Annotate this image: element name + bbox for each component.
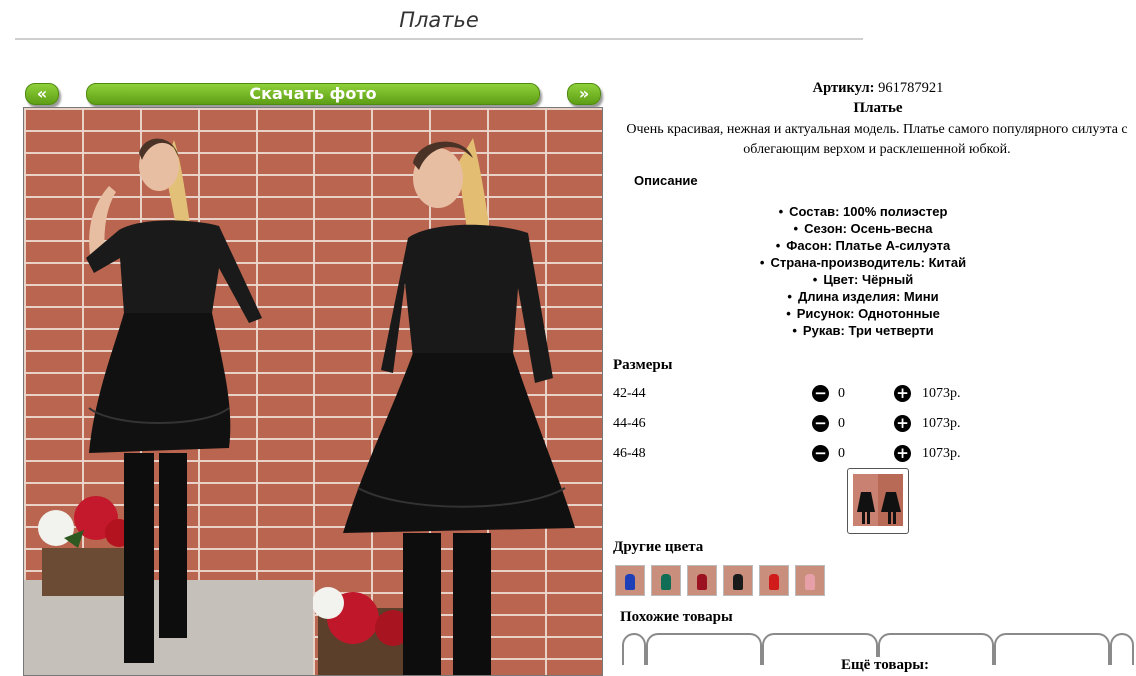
next-photo-button[interactable]: » (567, 83, 601, 105)
more-products-label: Ещё товары: (780, 657, 990, 674)
similar-product-card[interactable] (1110, 633, 1134, 665)
attribute-item: Состав: 100% полиэстер (613, 203, 1113, 220)
size-row: 44-46 − 0 + 1073р. (613, 413, 1013, 435)
size-row: 46-48 − 0 + 1073р. (613, 443, 1013, 465)
minus-circle-icon[interactable]: − (812, 415, 829, 432)
color-swatch[interactable] (687, 565, 717, 596)
size-label: 42-44 (613, 386, 646, 401)
other-colors-heading: Другие цвета (613, 539, 704, 555)
color-swatch[interactable] (759, 565, 789, 596)
similar-product-card[interactable] (994, 633, 1110, 665)
attribute-item: Рисунок: Однотонные (613, 305, 1113, 322)
price-value: 1073р. (922, 416, 961, 431)
attribute-item: Сезон: Осень-весна (613, 220, 1113, 237)
color-swatch[interactable] (615, 565, 645, 596)
attribute-item: Длина изделия: Мини (613, 288, 1113, 305)
quantity-value: 0 (838, 446, 845, 461)
color-swatch[interactable] (723, 565, 753, 596)
product-name: Платье (853, 100, 903, 116)
plus-circle-icon[interactable]: + (894, 445, 911, 462)
product-description: Очень красивая, нежная и актуальная моде… (626, 122, 1128, 157)
article-label: Артикул: (812, 80, 875, 96)
size-label: 44-46 (613, 416, 646, 431)
article-line: Артикул: 961787921 (613, 80, 1136, 97)
download-photo-button[interactable]: Скачать фото (86, 83, 540, 105)
price-value: 1073р. (922, 446, 961, 461)
similar-products-heading: Похожие товары (620, 609, 733, 625)
minus-circle-icon[interactable]: − (812, 385, 829, 402)
similar-product-card[interactable] (622, 633, 646, 665)
article-value: 961787921 (878, 80, 944, 96)
prev-photo-button[interactable]: « (25, 83, 59, 105)
attribute-item: Рукав: Три четверти (613, 322, 1113, 339)
selected-photo-thumbnail[interactable] (847, 468, 909, 534)
product-photo[interactable] (23, 107, 603, 676)
attribute-item: Страна-производитель: Китай (613, 254, 1113, 271)
attribute-item: Цвет: Чёрный (613, 271, 1113, 288)
description-heading: Описание (634, 173, 698, 188)
quantity-value: 0 (838, 416, 845, 431)
minus-circle-icon[interactable]: − (812, 445, 829, 462)
size-label: 46-48 (613, 446, 646, 461)
product-photo-front (24, 108, 313, 675)
plus-circle-icon[interactable]: + (894, 385, 911, 402)
page-title: Платье (15, 8, 863, 40)
price-value: 1073р. (922, 386, 961, 401)
similar-product-card[interactable] (646, 633, 762, 665)
plus-circle-icon[interactable]: + (894, 415, 911, 432)
size-row: 42-44 − 0 + 1073р. (613, 383, 1013, 405)
attribute-item: Фасон: Платье А-силуэта (613, 237, 1113, 254)
color-swatch[interactable] (651, 565, 681, 596)
quantity-value: 0 (838, 386, 845, 401)
product-photo-side (313, 108, 602, 675)
attribute-list: Состав: 100% полиэстер Сезон: Осень-весн… (613, 203, 1113, 339)
sizes-heading: Размеры (613, 357, 673, 373)
color-swatch[interactable] (795, 565, 825, 596)
